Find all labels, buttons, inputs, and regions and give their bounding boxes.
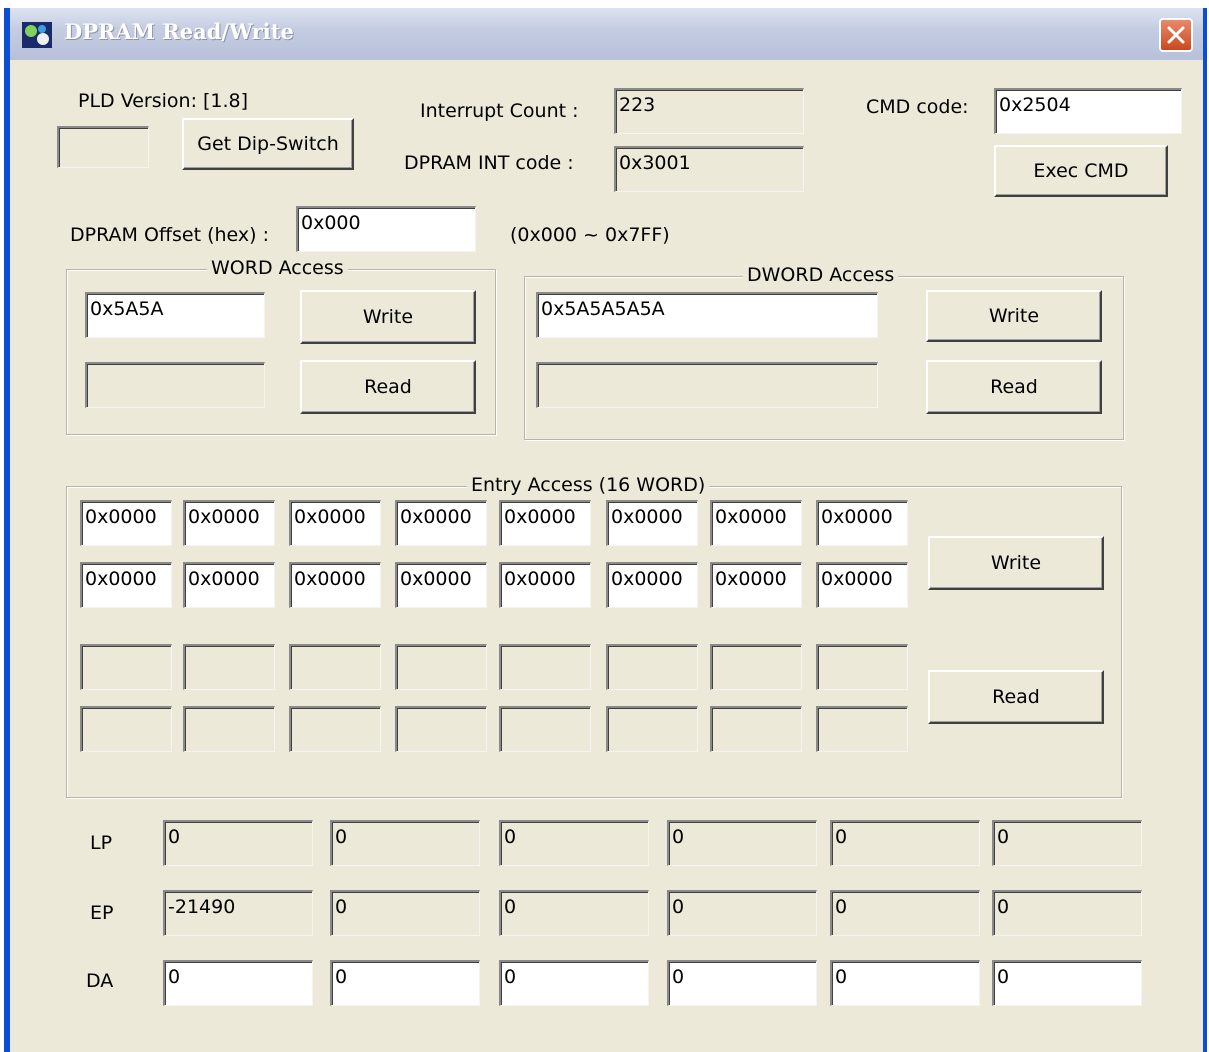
entry-read-cell xyxy=(80,644,172,690)
dword-read-field xyxy=(536,362,878,408)
entry-write-cell[interactable]: 0x0000 xyxy=(816,562,908,608)
dword-read-button[interactable]: Read xyxy=(926,360,1102,414)
word-write-input[interactable]: 0x5A5A xyxy=(85,292,265,338)
entry-read-cell xyxy=(710,644,802,690)
ep-field: 0 xyxy=(330,890,480,936)
lp-field: 0 xyxy=(992,820,1142,866)
dword-write-input[interactable]: 0x5A5A5A5A xyxy=(536,292,878,338)
entry-read-button[interactable]: Read xyxy=(928,670,1104,724)
lp-field: 0 xyxy=(163,820,313,866)
entry-read-cell xyxy=(606,644,698,690)
int-code-label: DPRAM INT code : xyxy=(404,152,574,174)
int-code-field: 0x3001 xyxy=(614,146,804,192)
exec-cmd-button[interactable]: Exec CMD xyxy=(994,145,1168,197)
da-input[interactable]: 0 xyxy=(330,960,480,1006)
window-title: DPRAM Read/Write xyxy=(64,19,294,44)
lp-field: 0 xyxy=(499,820,649,866)
entry-read-cell xyxy=(183,644,275,690)
da-input[interactable]: 0 xyxy=(667,960,817,1006)
close-button[interactable] xyxy=(1159,18,1193,52)
entry-write-cell[interactable]: 0x0000 xyxy=(80,500,172,546)
app-icon xyxy=(22,22,52,48)
ep-field: 0 xyxy=(830,890,980,936)
da-input[interactable]: 0 xyxy=(830,960,980,1006)
dword-write-button[interactable]: Write xyxy=(926,290,1102,342)
entry-write-cell[interactable]: 0x0000 xyxy=(183,500,275,546)
entry-read-cell xyxy=(395,706,487,752)
entry-read-cell xyxy=(816,644,908,690)
da-label: DA xyxy=(86,970,114,992)
entry-write-button[interactable]: Write xyxy=(928,536,1104,590)
entry-write-cell[interactable]: 0x0000 xyxy=(289,562,381,608)
da-input[interactable]: 0 xyxy=(499,960,649,1006)
entry-read-cell xyxy=(80,706,172,752)
ep-field: 0 xyxy=(667,890,817,936)
entry-access-title: Entry Access (16 WORD) xyxy=(467,474,710,496)
lp-field: 0 xyxy=(330,820,480,866)
entry-read-cell xyxy=(606,706,698,752)
dpram-dialog: DPRAM Read/Write PLD Version: [1.8] Get … xyxy=(4,8,1207,1052)
offset-range-label: (0x000 ~ 0x7FF) xyxy=(510,224,670,246)
entry-write-cell[interactable]: 0x0000 xyxy=(499,562,591,608)
entry-read-cell xyxy=(499,644,591,690)
pld-version-label: PLD Version: [1.8] xyxy=(78,90,249,112)
entry-write-cell[interactable]: 0x0000 xyxy=(606,500,698,546)
entry-read-cell xyxy=(289,644,381,690)
entry-write-cell[interactable]: 0x0000 xyxy=(606,562,698,608)
entry-write-cell[interactable]: 0x0000 xyxy=(395,500,487,546)
lp-label: LP xyxy=(90,832,113,854)
entry-write-cell[interactable]: 0x0000 xyxy=(80,562,172,608)
ep-field: -21490 xyxy=(163,890,313,936)
offset-input[interactable]: 0x000 xyxy=(296,206,476,252)
entry-read-cell xyxy=(710,706,802,752)
entry-write-cell[interactable]: 0x0000 xyxy=(710,500,802,546)
close-icon xyxy=(1167,26,1185,44)
get-dip-switch-button[interactable]: Get Dip-Switch xyxy=(182,118,354,170)
word-read-button[interactable]: Read xyxy=(300,360,476,414)
word-access-title: WORD Access xyxy=(207,257,348,279)
ep-label: EP xyxy=(90,902,114,924)
ep-field: 0 xyxy=(499,890,649,936)
dword-access-title: DWORD Access xyxy=(743,264,899,286)
da-input[interactable]: 0 xyxy=(163,960,313,1006)
entry-read-cell xyxy=(395,644,487,690)
cmd-code-input[interactable]: 0x2504 xyxy=(994,88,1182,134)
lp-field: 0 xyxy=(830,820,980,866)
entry-read-cell xyxy=(499,706,591,752)
dip-switch-field xyxy=(57,126,149,168)
lp-field: 0 xyxy=(667,820,817,866)
entry-write-cell[interactable]: 0x0000 xyxy=(395,562,487,608)
entry-write-cell[interactable]: 0x0000 xyxy=(710,562,802,608)
offset-label: DPRAM Offset (hex) : xyxy=(70,224,269,246)
entry-read-cell xyxy=(183,706,275,752)
entry-write-cell[interactable]: 0x0000 xyxy=(183,562,275,608)
word-write-button[interactable]: Write xyxy=(300,290,476,344)
interrupt-count-label: Interrupt Count : xyxy=(420,100,579,122)
interrupt-count-field: 223 xyxy=(614,88,804,134)
entry-read-cell xyxy=(289,706,381,752)
da-input[interactable]: 0 xyxy=(992,960,1142,1006)
entry-write-cell[interactable]: 0x0000 xyxy=(816,500,908,546)
entry-read-cell xyxy=(816,706,908,752)
entry-write-cell[interactable]: 0x0000 xyxy=(289,500,381,546)
word-read-field xyxy=(85,362,265,408)
entry-write-cell[interactable]: 0x0000 xyxy=(499,500,591,546)
title-bar[interactable]: DPRAM Read/Write xyxy=(10,8,1203,60)
cmd-code-label: CMD code: xyxy=(866,96,969,118)
ep-field: 0 xyxy=(992,890,1142,936)
